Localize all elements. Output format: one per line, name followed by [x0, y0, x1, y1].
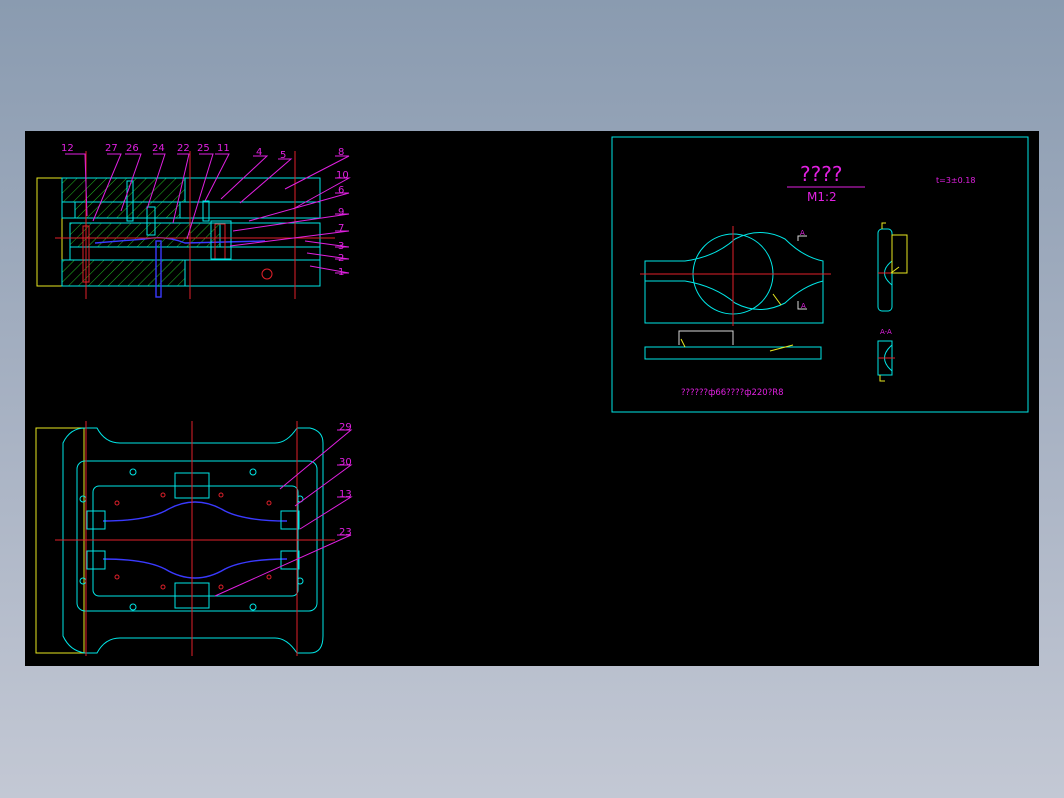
callout-1: 1 [338, 267, 344, 278]
section-side-frame [36, 177, 63, 287]
callout-24: 24 [152, 143, 165, 154]
callout-27: 27 [105, 143, 118, 154]
part-scale: M1:2 [807, 190, 837, 204]
plan-view: 29 30 13 23 [35, 421, 353, 656]
left-locator-bottom [86, 550, 106, 570]
section-label: A-A [880, 328, 892, 336]
part-front-view [644, 346, 822, 360]
callout-7: 7 [338, 223, 344, 234]
callout-12: 12 [61, 143, 74, 154]
material-note: ??????ф66????ф220?R8 [681, 388, 784, 398]
callout-3: 3 [338, 241, 344, 252]
callout-4: 4 [256, 147, 262, 158]
callout-5: 5 [280, 150, 286, 161]
plan-leaders [214, 429, 353, 597]
thickness-note: t=3±0.18 [936, 176, 975, 185]
die-plate [69, 246, 321, 261]
cad-drawing: 12 27 26 24 22 25 11 4 5 8 10 6 9 7 3 2 … [35, 136, 1029, 656]
callout-9: 9 [338, 207, 344, 218]
part-title: ???? [800, 162, 842, 186]
callout-22: 22 [177, 143, 190, 154]
callout-29: 29 [339, 422, 352, 433]
view-marker-a-top: A [800, 229, 805, 237]
left-locator-top [86, 510, 106, 530]
callout-30: 30 [339, 457, 352, 468]
plan-part-upper [102, 501, 288, 522]
right-locator-top [280, 510, 300, 530]
callout-25: 25 [197, 143, 210, 154]
callout-26: 26 [126, 143, 139, 154]
drawing-canvas[interactable]: 12 27 26 24 22 25 11 4 5 8 10 6 9 7 3 2 … [25, 131, 1039, 666]
callout-11: 11 [217, 143, 230, 154]
callout-2: 2 [338, 253, 344, 264]
view-marker-a-bottom: A [801, 302, 806, 310]
plan-die-plate [76, 460, 318, 612]
callout-6: 6 [338, 185, 344, 196]
callout-13: 13 [339, 489, 352, 500]
section-view: 12 27 26 24 22 25 11 4 5 8 10 6 9 7 3 2 … [36, 143, 351, 299]
part-drawing: ???? M1:2 t=3±0.18 A A A-A ??????ф66????… [611, 136, 1029, 413]
callout-8: 8 [338, 147, 344, 158]
callout-23: 23 [339, 527, 352, 538]
callout-10: 10 [336, 170, 349, 181]
plan-part-lower [102, 558, 288, 579]
part-main-outline [644, 232, 824, 324]
